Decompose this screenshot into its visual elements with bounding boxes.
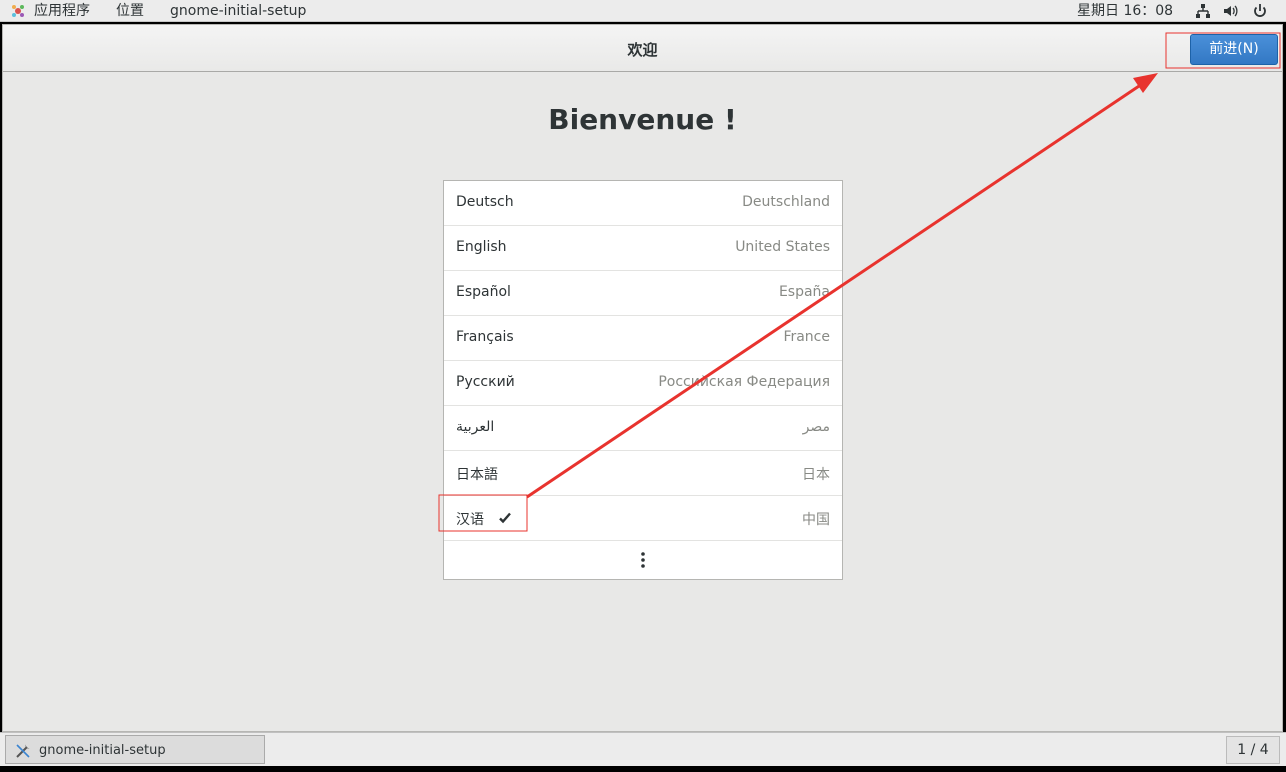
language-region: France xyxy=(783,329,830,345)
language-row-english[interactable]: English United States xyxy=(444,226,842,271)
language-region: 日本 xyxy=(802,467,830,483)
language-row-espanol[interactable]: Español España xyxy=(444,271,842,316)
language-region: Deutschland xyxy=(742,194,830,210)
language-row-deutsch[interactable]: Deutsch Deutschland xyxy=(444,181,842,226)
applications-icon[interactable] xyxy=(10,3,26,19)
network-icon[interactable] xyxy=(1195,3,1211,19)
language-row-arabic[interactable]: العربية مصر xyxy=(444,406,842,451)
language-row-francais[interactable]: Français France xyxy=(444,316,842,361)
more-vertical-icon xyxy=(641,552,645,568)
places-menu[interactable]: 位置 xyxy=(116,2,144,20)
header-bar: 欢迎 前进(N) xyxy=(3,25,1282,72)
top-panel: 应用程序 位置 gnome-initial-setup 星期日 16：08 xyxy=(0,0,1286,22)
language-region: Российская Федерация xyxy=(658,374,830,390)
tools-icon xyxy=(16,744,30,758)
language-region: 中国 xyxy=(802,512,830,528)
app-menu[interactable]: gnome-initial-setup xyxy=(170,2,306,20)
language-region: España xyxy=(778,284,830,300)
window-title: 欢迎 xyxy=(627,41,658,59)
language-name: العربية xyxy=(456,419,495,435)
language-row-russian[interactable]: Русский Российская Федерация xyxy=(444,361,842,406)
applications-menu[interactable]: 应用程序 xyxy=(34,2,90,20)
clock[interactable]: 星期日 16：08 xyxy=(1077,2,1173,20)
language-name: English xyxy=(456,239,507,255)
language-region: United States xyxy=(735,239,830,255)
more-languages-row[interactable] xyxy=(444,541,842,580)
next-button[interactable]: 前进(N) xyxy=(1190,34,1278,65)
volume-icon[interactable] xyxy=(1222,3,1238,19)
language-name: Deutsch xyxy=(456,194,514,210)
language-name: 汉语 xyxy=(456,512,484,528)
language-name: Русский xyxy=(456,374,515,390)
taskbar-item[interactable]: gnome-initial-setup xyxy=(5,735,265,764)
language-name: Español xyxy=(456,284,511,300)
language-name: 日本語 xyxy=(456,467,498,483)
language-region: مصر xyxy=(802,419,830,435)
workspace-indicator[interactable]: 1 / 4 xyxy=(1226,736,1280,764)
language-row-japanese[interactable]: 日本語 日本 xyxy=(444,451,842,496)
bottom-panel: gnome-initial-setup 1 / 4 xyxy=(0,732,1286,766)
power-icon[interactable] xyxy=(1252,3,1268,19)
language-name: Français xyxy=(456,329,514,345)
welcome-heading: Bienvenue ! xyxy=(548,103,737,136)
taskbar-item-label: gnome-initial-setup xyxy=(39,743,166,758)
language-list: Deutsch Deutschland English United State… xyxy=(443,180,843,580)
checkmark-icon xyxy=(499,512,511,524)
setup-window: 欢迎 前进(N) Bienvenue ! Deutsch Deutschland… xyxy=(2,24,1283,732)
language-row-chinese[interactable]: 汉语 中国 xyxy=(444,496,842,541)
